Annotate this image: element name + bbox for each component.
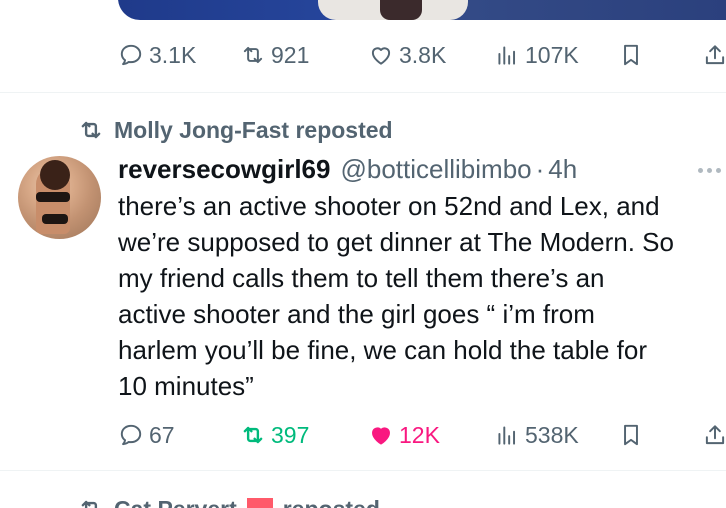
reply-count: 3.1K: [149, 41, 197, 68]
repost-button[interactable]: 921: [240, 38, 309, 72]
avatar[interactable]: [18, 156, 101, 239]
more-dots-icon: [707, 167, 712, 173]
views-button[interactable]: 538K: [494, 418, 579, 452]
tweet-text-line: active shooter and the girl goes “ i’m f…: [118, 299, 595, 329]
views-count: 538K: [525, 421, 579, 448]
avatar-bottom: [42, 214, 68, 224]
next-repost-name: Cat Pervert: [114, 496, 237, 508]
display-name[interactable]: reversecowgirl69: [118, 154, 330, 185]
tweet-action-bar: 67 397 12K 538K: [118, 418, 726, 452]
more-dots-icon: [698, 167, 703, 173]
next-repost-suffix: reposted: [283, 496, 380, 508]
prev-tweet-action-bar: 3.1K 921 3.8K 107K: [118, 38, 726, 72]
views-count: 107K: [525, 41, 579, 68]
repost-arrows-icon: [81, 500, 98, 508]
share-icon: [705, 45, 725, 65]
repost-banner[interactable]: Molly Jong-Fast reposted: [78, 115, 393, 145]
repost-arrows-icon: [243, 426, 263, 444]
tweet-timestamp[interactable]: 4h: [548, 154, 577, 185]
repost-count: 397: [271, 421, 310, 448]
separator-dot: ·: [535, 153, 545, 184]
media-tie: [380, 0, 422, 20]
repost-arrows-icon: [81, 121, 101, 139]
heart-icon: [371, 47, 391, 65]
views-button[interactable]: 107K: [494, 38, 579, 72]
like-button[interactable]: 3.8K: [368, 38, 446, 72]
tweet-text-line: harlem you’ll be fine, we can hold the t…: [118, 335, 647, 365]
bar-chart-icon: [498, 46, 516, 65]
bar-chart-icon: [498, 426, 516, 445]
like-count: 12K: [399, 421, 440, 448]
avatar-hair: [40, 160, 70, 190]
share-button[interactable]: [702, 38, 726, 72]
repost-button[interactable]: 397: [240, 418, 309, 452]
tweet-divider: [0, 92, 726, 93]
tweet-text-line: there’s an active shooter on 52nd and Le…: [118, 191, 660, 221]
more-dots-icon: [716, 167, 721, 173]
bookmark-icon: [624, 424, 638, 446]
reply-count: 67: [149, 421, 175, 448]
tweet-text-line: my friend calls them to tell them there’…: [118, 263, 605, 293]
tweet-divider: [0, 470, 726, 471]
next-repost-banner[interactable]: Cat Pervert reposted: [78, 494, 380, 508]
repost-arrows-icon: [243, 46, 263, 64]
bookmark-button[interactable]: [618, 418, 644, 452]
tweet-text-line: we’re supposed to get dinner at The Mode…: [118, 227, 674, 257]
like-count: 3.8K: [399, 41, 447, 68]
bookmark-button[interactable]: [618, 38, 644, 72]
heart-icon: [372, 427, 390, 445]
previous-tweet-media[interactable]: [118, 0, 726, 20]
tweet-header: reversecowgirl69 @botticellibimbo · 4h: [118, 152, 577, 186]
tweet-text-line: 10 minutes”: [118, 371, 254, 401]
watermelon-emoji-icon: [246, 498, 273, 508]
bookmark-icon: [624, 44, 638, 66]
share-icon: [705, 425, 725, 445]
user-handle[interactable]: @botticellibimbo: [340, 154, 531, 185]
reply-button[interactable]: 3.1K: [118, 38, 196, 72]
speech-bubble-icon: [120, 424, 142, 446]
avatar-top: [36, 192, 70, 202]
share-button[interactable]: [702, 418, 726, 452]
speech-bubble-icon: [120, 44, 142, 66]
reply-button[interactable]: 67: [118, 418, 175, 452]
timeline: 3.1K 921 3.8K 107K Molly Jong-Fast repos…: [0, 0, 726, 508]
more-options-button[interactable]: [698, 160, 726, 180]
repost-count: 921: [271, 41, 310, 68]
like-button[interactable]: 12K: [368, 418, 440, 452]
repost-banner-text: Molly Jong-Fast reposted: [114, 116, 393, 143]
tweet-text: there’s an active shooter on 52nd and Le…: [118, 188, 726, 404]
